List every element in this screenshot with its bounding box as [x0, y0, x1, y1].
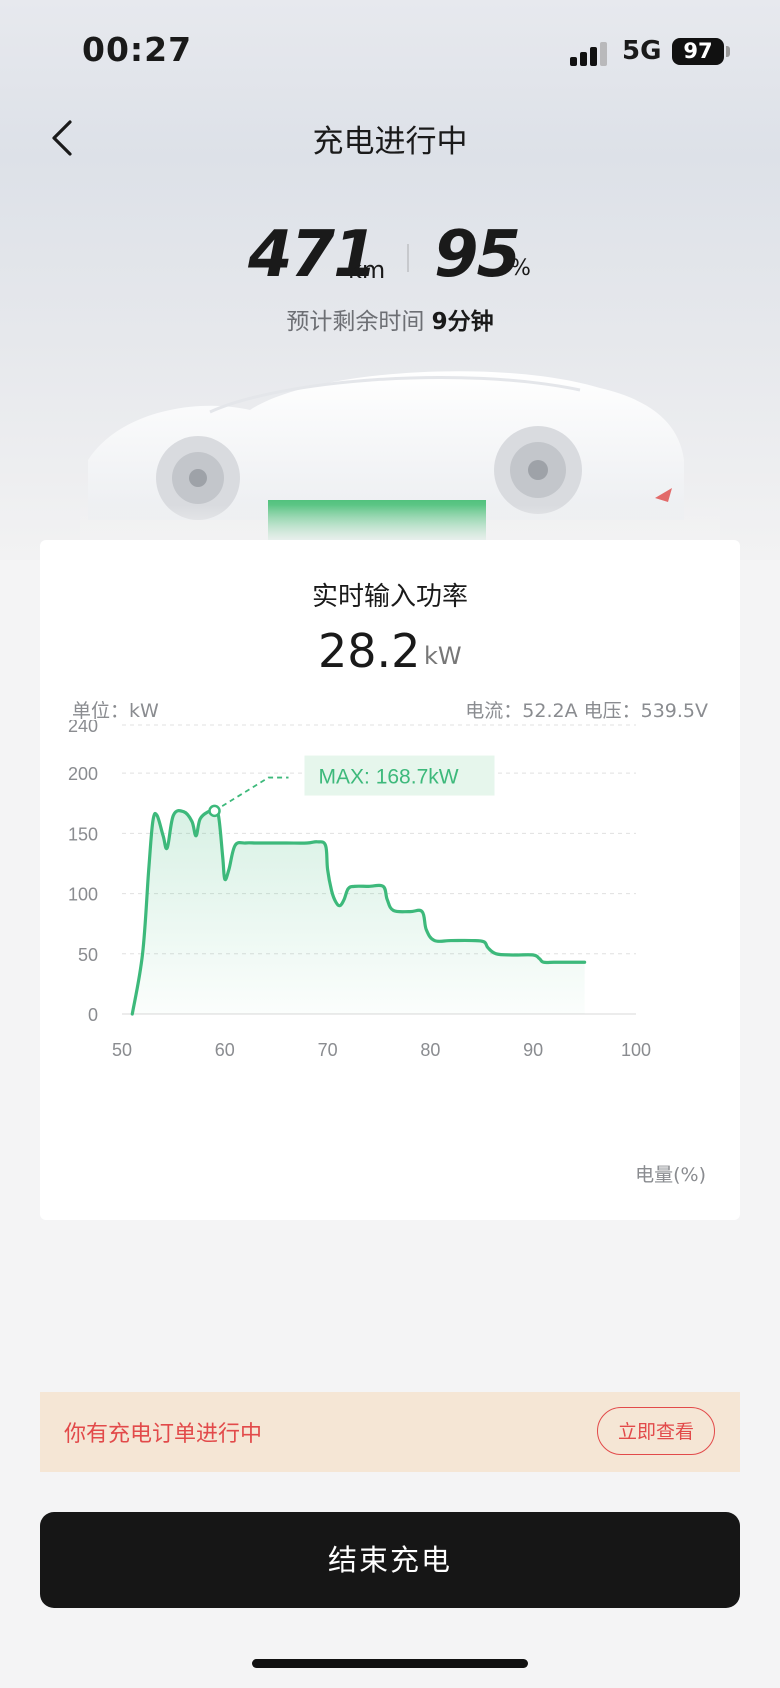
x-tick-label: 60 — [215, 1040, 235, 1060]
status-time: 00:27 — [82, 30, 193, 69]
y-tick-label: 50 — [78, 945, 98, 965]
power-card-title: 实时输入功率 — [311, 582, 468, 612]
signal-icon — [570, 42, 610, 66]
x-axis-labels: 50 60 70 80 90 100 — [112, 1040, 651, 1060]
y-tick-label: 200 — [68, 764, 98, 784]
y-tick-label: 0 — [88, 1005, 98, 1025]
view-order-button[interactable]: 立即查看 — [597, 1407, 715, 1455]
page-title: 充电进行中 — [312, 124, 468, 160]
x-tick-label: 70 — [318, 1040, 338, 1060]
current-voltage-label: 电流：52.2A 电压：539.5V — [465, 700, 708, 722]
power-unit: kW — [424, 642, 462, 670]
y-axis-labels: 0 50 100 150 200 240 — [68, 720, 98, 1025]
home-indicator — [252, 1659, 528, 1668]
x-tick-label: 50 — [112, 1040, 132, 1060]
max-annotation-label: MAX: 168.7kW — [319, 766, 459, 789]
x-tick-label: 80 — [420, 1040, 440, 1060]
notice-text: 你有充电订单进行中 — [64, 1422, 263, 1447]
remaining-time: 预计剩余时间 9分钟 — [0, 302, 780, 336]
remaining-value: 9分钟 — [431, 309, 494, 335]
y-tick-label: 100 — [68, 885, 98, 905]
chart-unit-label: 单位：kW — [72, 700, 159, 722]
soc-value: 95 — [434, 218, 521, 292]
battery-tip — [726, 46, 730, 57]
ongoing-order-notice: 你有充电订单进行中 立即查看 — [40, 1392, 740, 1472]
stats-divider — [407, 244, 409, 272]
x-axis-title: 电量(%) — [635, 1164, 706, 1186]
max-annotation-leader — [214, 776, 289, 812]
max-point-marker — [208, 804, 221, 818]
power-chart: 0 50 100 150 200 240 50 60 70 80 90 100 MAX: 168.7… — [68, 720, 651, 1060]
car-illustration — [80, 371, 720, 545]
end-charging-button[interactable]: 结束充电 — [40, 1512, 740, 1608]
x-tick-label: 100 — [621, 1040, 651, 1060]
charging-stats: 471 km 95 % — [0, 218, 780, 292]
x-tick-label: 90 — [523, 1040, 543, 1060]
y-tick-label: 240 — [68, 720, 98, 736]
power-value: 28.2 — [318, 624, 421, 678]
power-area — [132, 810, 585, 1014]
range-unit: km — [348, 256, 386, 284]
status-bar: 00:27 5G 97 — [0, 0, 780, 100]
y-tick-label: 150 — [68, 824, 98, 844]
battery-icon: 97 — [672, 38, 724, 65]
power-card: 实时输入功率 28.2 kW 单位：kW 电流：52.2A 电压：539.5V … — [40, 540, 740, 1220]
soc-unit: % — [510, 256, 531, 281]
network-type: 5G — [622, 36, 662, 66]
remaining-label: 预计剩余时间 — [286, 309, 425, 335]
